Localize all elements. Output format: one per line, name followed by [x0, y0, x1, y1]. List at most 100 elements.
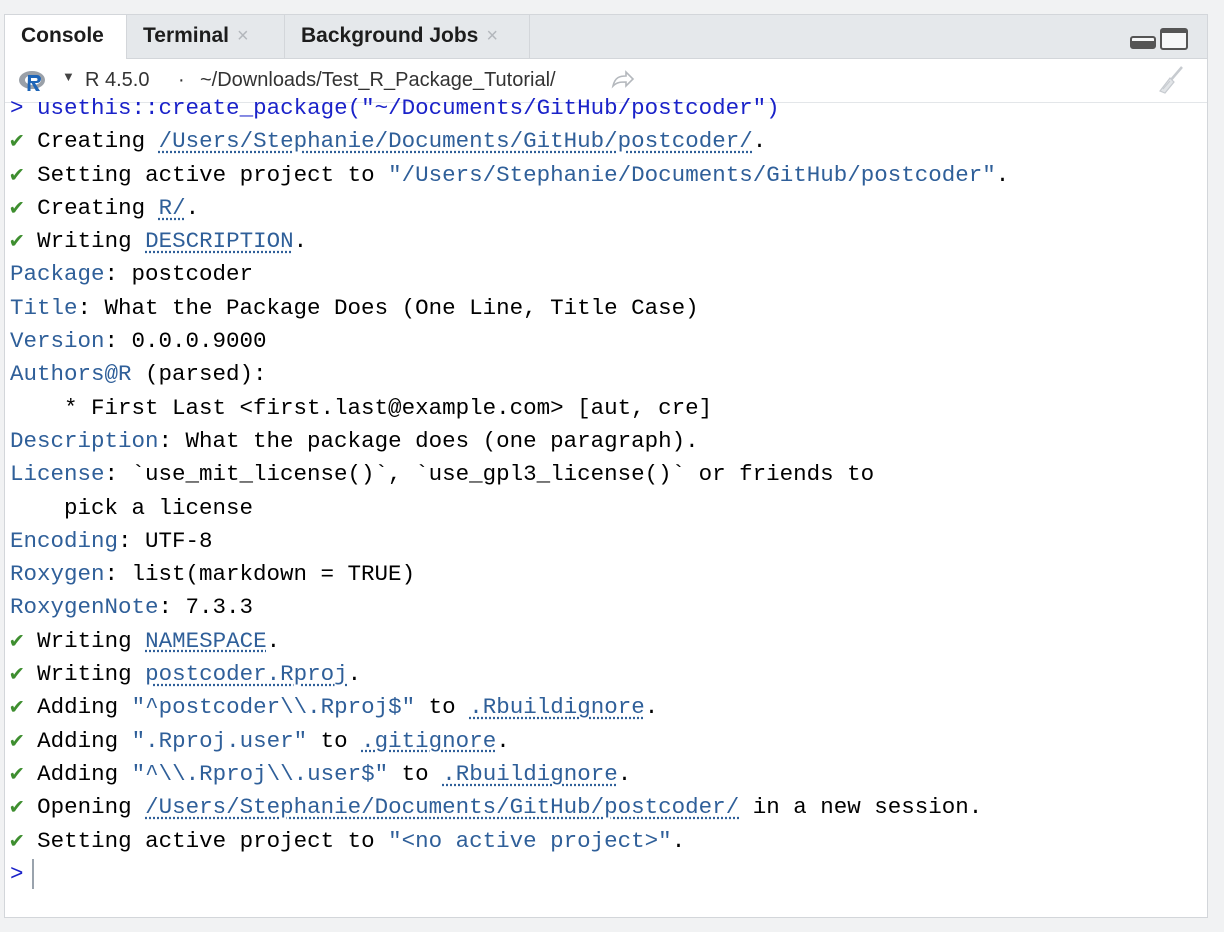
description-key: Version — [10, 328, 105, 355]
check-icon: ✔ — [10, 161, 24, 188]
file-link[interactable]: .Rbuildignore — [442, 761, 618, 787]
console-line: ✔ Adding "^\\.Rproj\\.user$" to .Rbuildi… — [10, 758, 1214, 791]
description-line: RoxygenNote: 7.3.3 — [10, 591, 1214, 624]
console-line: ✔ Opening /Users/Stephanie/Documents/Git… — [10, 791, 1214, 824]
description-value: : postcoder — [104, 261, 254, 288]
file-link[interactable]: /Users/Stephanie/Documents/GitHub/postco… — [159, 128, 753, 154]
minimize-icon[interactable] — [1130, 36, 1156, 49]
description-line: Description: What the package does (one … — [10, 425, 1214, 458]
window-controls — [1129, 27, 1189, 51]
console-output[interactable]: > usethis::create_package("~/Documents/G… — [10, 92, 1214, 891]
description-line: pick a license — [10, 492, 1214, 525]
msg-end: . — [752, 128, 767, 155]
check-icon: ✔ — [10, 194, 24, 221]
check-icon: ✔ — [10, 694, 24, 721]
file-link[interactable]: DESCRIPTION — [145, 228, 294, 254]
check-icon: ✔ — [10, 627, 24, 654]
broom-icon[interactable] — [1155, 65, 1185, 95]
description-key: Encoding — [10, 527, 119, 554]
check-icon: ✔ — [10, 661, 24, 688]
description-line: Title: What the Package Does (One Line, … — [10, 292, 1214, 325]
check-icon: ✔ — [10, 760, 24, 787]
msg-text: to — [320, 727, 348, 754]
msg-end: . — [995, 161, 1010, 188]
msg-string: "<no active project>" — [388, 827, 672, 854]
console-line: ✔ Adding ".Rproj.user" to .gitignore. — [10, 725, 1214, 758]
msg-end: . — [293, 228, 308, 255]
description-value: : UTF-8 — [118, 527, 213, 554]
description-line: Authors@R (parsed): — [10, 358, 1214, 391]
console-command: usethis::create_package("~/Documents/Git… — [37, 95, 780, 121]
file-link[interactable]: NAMESPACE — [145, 628, 267, 654]
file-link[interactable]: .Rbuildignore — [469, 694, 645, 720]
msg-text: Adding — [37, 727, 119, 754]
msg-text: Writing — [37, 228, 132, 255]
tab-console[interactable]: Console — [5, 15, 127, 60]
msg-end: . — [617, 760, 632, 787]
description-line: Roxygen: list(markdown = TRUE) — [10, 558, 1214, 591]
check-icon: ✔ — [10, 727, 24, 754]
description-value: : `use_mit_license()`, `use_gpl3_license… — [104, 461, 875, 488]
msg-end: . — [671, 827, 686, 854]
console-line: ✔ Creating R/. — [10, 192, 1214, 225]
console-input-line[interactable]: > — [10, 858, 1214, 891]
r-logo-icon[interactable] — [18, 68, 48, 94]
msg-text: to — [428, 694, 456, 721]
description-value: * First Last <first.last@example.com> [a… — [10, 394, 713, 421]
tab-background-jobs[interactable]: Background Jobs × — [285, 15, 530, 59]
msg-string: "^\\.Rproj\\.user$" — [131, 760, 389, 787]
file-link[interactable]: R/ — [159, 195, 186, 221]
msg-text: Writing — [37, 627, 132, 654]
description-line: Version: 0.0.0.9000 — [10, 325, 1214, 358]
console-line: ✔ Writing postcoder.Rproj. — [10, 658, 1214, 691]
description-line: License: `use_mit_license()`, `use_gpl3_… — [10, 458, 1214, 491]
console-line: ✔ Writing NAMESPACE. — [10, 625, 1214, 658]
maximize-icon[interactable] — [1160, 28, 1188, 50]
r-version: R 4.5.0 — [85, 69, 150, 91]
msg-string: ".Rproj.user" — [131, 727, 308, 754]
close-icon[interactable]: × — [486, 25, 498, 47]
description-key: Authors@R — [10, 361, 132, 388]
description-value: : 0.0.0.9000 — [104, 328, 267, 355]
file-link[interactable]: postcoder.Rproj — [145, 661, 348, 687]
msg-text: Opening — [37, 794, 132, 821]
description-line: Package: postcoder — [10, 258, 1214, 291]
console-line: ✔ Creating /Users/Stephanie/Documents/Gi… — [10, 125, 1214, 158]
working-directory[interactable]: ~/Downloads/Test_R_Package_Tutorial/ — [200, 69, 556, 92]
description-key: Package — [10, 261, 105, 288]
tab-console-label: Console — [21, 24, 104, 47]
description-key: Roxygen — [10, 561, 105, 588]
file-link[interactable]: .gitignore — [361, 728, 496, 754]
close-icon[interactable]: × — [237, 25, 249, 47]
description-line: * First Last <first.last@example.com> [a… — [10, 392, 1214, 425]
console-line: ✔ Setting active project to "<no active … — [10, 825, 1214, 858]
description-line: Encoding: UTF-8 — [10, 525, 1214, 558]
prompt: > — [10, 95, 24, 121]
prompt: > — [10, 860, 24, 887]
tab-terminal[interactable]: Terminal × — [127, 15, 285, 59]
check-icon: ✔ — [10, 794, 24, 821]
msg-end: in a new session. — [739, 794, 983, 821]
file-link[interactable]: /Users/Stephanie/Documents/GitHub/postco… — [145, 794, 739, 820]
console-line: > usethis::create_package("~/Documents/G… — [10, 92, 1214, 125]
description-value: (parsed): — [131, 361, 267, 388]
msg-text: Adding — [37, 694, 119, 721]
msg-text: Adding — [37, 760, 119, 787]
description-value: : list(markdown = TRUE) — [104, 561, 416, 588]
chevron-down-icon[interactable]: ▼ — [62, 69, 75, 84]
check-icon: ✔ — [10, 128, 24, 155]
text-cursor — [31, 858, 34, 889]
description-value: : What the Package Does (One Line, Title… — [77, 294, 699, 321]
msg-text: Setting active project to — [37, 827, 375, 854]
check-icon: ✔ — [10, 228, 24, 255]
arrow-goto-icon[interactable] — [611, 68, 635, 90]
description-value: : What the package does (one paragraph). — [158, 427, 699, 454]
msg-end: . — [185, 194, 200, 221]
msg-end: . — [644, 694, 659, 721]
description-key: Description — [10, 427, 159, 454]
console-line: ✔ Setting active project to "/Users/Step… — [10, 159, 1214, 192]
msg-text: Creating — [37, 194, 146, 221]
description-value: : 7.3.3 — [158, 594, 254, 621]
console-line: ✔ Adding "^postcoder\\.Rproj$" to .Rbuil… — [10, 691, 1214, 724]
msg-end: . — [496, 727, 510, 754]
